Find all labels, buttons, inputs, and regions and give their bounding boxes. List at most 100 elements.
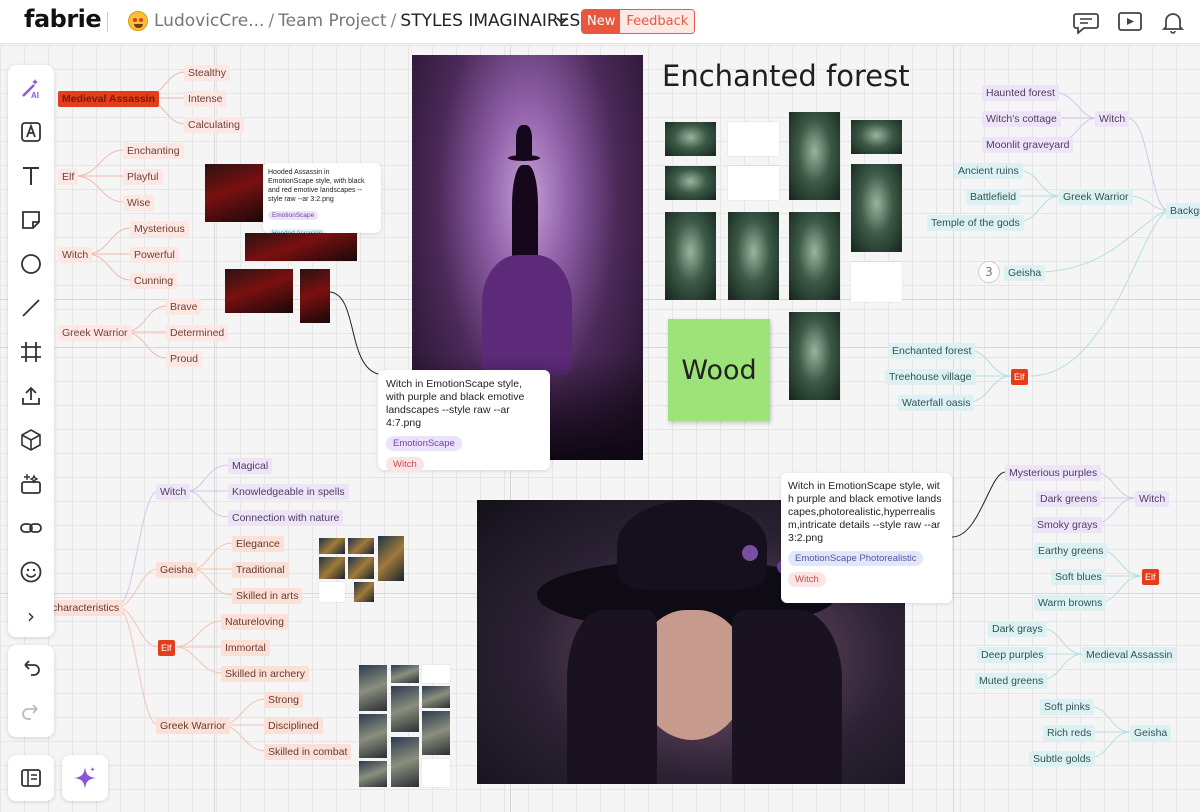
image-forest-elf[interactable] xyxy=(851,164,902,252)
ellipse-icon[interactable] xyxy=(17,250,45,278)
undo-icon[interactable] xyxy=(17,655,45,683)
image-geisha[interactable] xyxy=(348,557,374,579)
image-forest-elf[interactable] xyxy=(789,312,840,400)
whiteboard-canvas[interactable]: Medieval Assassin Stealthy Intense Calcu… xyxy=(0,45,1200,812)
image-forest-elf[interactable] xyxy=(665,122,716,156)
node-brave[interactable]: Brave xyxy=(166,299,202,315)
sticky-note-wood[interactable]: Wood xyxy=(668,319,770,421)
tag-emotionscape[interactable]: EmotionScape xyxy=(268,211,319,220)
chevron-down-icon[interactable] xyxy=(555,14,569,28)
node-proud[interactable]: Proud xyxy=(166,351,203,367)
card-hooded-assassin[interactable]: Hooded Assassin in EmotionScape style, w… xyxy=(263,163,381,238)
node-determined[interactable]: Determined xyxy=(166,325,229,341)
node-haunted-forest[interactable]: Haunted forest xyxy=(982,85,1059,101)
node-smoky-grays[interactable]: Smoky grays xyxy=(1033,517,1102,533)
text-icon[interactable] xyxy=(17,162,45,190)
node-cunning[interactable]: Cunning xyxy=(130,273,178,289)
image-greek-warrior[interactable] xyxy=(391,686,419,732)
node-magical[interactable]: Magical xyxy=(228,458,273,474)
image-hooded-assassin[interactable] xyxy=(300,269,330,323)
node-characteristics-root[interactable]: characteristics xyxy=(48,600,124,616)
image-greek-warrior[interactable] xyxy=(391,737,419,787)
node-witch-colors[interactable]: Witch xyxy=(1135,491,1170,507)
node-backgrounds-root[interactable]: Backgr xyxy=(1166,203,1200,219)
node-geisha-colors[interactable]: Geisha xyxy=(1130,725,1172,741)
tag-emotionscape[interactable]: EmotionScape xyxy=(386,436,462,451)
node-warm-browns[interactable]: Warm browns xyxy=(1034,595,1107,611)
image-greek-warrior[interactable] xyxy=(422,711,450,755)
redo-icon[interactable] xyxy=(17,699,45,727)
node-greek-warrior[interactable]: Greek Warrior xyxy=(58,325,132,341)
node-witch[interactable]: Witch xyxy=(58,247,93,263)
node-skilled-in-combat[interactable]: Skilled in combat xyxy=(264,744,352,760)
node-traditional[interactable]: Traditional xyxy=(232,562,289,578)
node-knowledgeable-in-spells[interactable]: Knowledgeable in spells xyxy=(228,484,349,500)
node-ancient-ruins[interactable]: Ancient ruins xyxy=(954,163,1023,179)
image-geisha[interactable] xyxy=(319,538,345,554)
image-forest-elf[interactable] xyxy=(789,212,840,300)
node-mysterious[interactable]: Mysterious xyxy=(130,221,189,237)
image-hooded-assassin[interactable] xyxy=(205,164,263,222)
image-geisha[interactable] xyxy=(378,536,404,581)
node-muted-greens[interactable]: Muted greens xyxy=(975,673,1048,689)
generate-image-icon[interactable] xyxy=(17,470,45,498)
breadcrumb-user[interactable]: LudovicCre... xyxy=(154,11,264,31)
node-elf-background[interactable]: Elf xyxy=(1011,369,1028,385)
tag-emotionscape-photorealistic[interactable]: EmotionScape Photorealistic xyxy=(788,551,924,566)
node-medieval-assassin-colors[interactable]: Medieval Assassin xyxy=(1082,647,1177,663)
node-elf-colors[interactable]: Elf xyxy=(1142,569,1159,585)
notification-bell-icon[interactable] xyxy=(1160,10,1186,34)
node-geisha-characteristics[interactable]: Geisha xyxy=(156,562,198,578)
image-prompt-note[interactable] xyxy=(851,262,902,302)
feedback-button[interactable]: New Feedback xyxy=(581,9,696,34)
node-elf[interactable]: Elf xyxy=(58,169,79,185)
image-greek-warrior[interactable] xyxy=(359,761,387,787)
board-title-enchanted-forest[interactable]: Enchanted forest xyxy=(662,59,910,93)
node-skilled-in-archery[interactable]: Skilled in archery xyxy=(221,666,309,682)
image-greek-warrior[interactable] xyxy=(359,714,387,758)
node-playful[interactable]: Playful xyxy=(123,169,163,185)
node-treehouse-village[interactable]: Treehouse village xyxy=(885,369,976,385)
node-rich-reds[interactable]: Rich reds xyxy=(1043,725,1096,741)
node-dark-greens[interactable]: Dark greens xyxy=(1036,491,1102,507)
comment-icon[interactable] xyxy=(1073,10,1099,34)
tag-witch[interactable]: Witch xyxy=(788,572,826,587)
node-subtle-golds[interactable]: Subtle golds xyxy=(1029,751,1095,767)
node-deep-purples[interactable]: Deep purples xyxy=(977,647,1048,663)
node-connection-with-nature[interactable]: Connection with nature xyxy=(228,510,344,526)
image-prompt-note[interactable] xyxy=(319,582,345,602)
ai-magic-icon[interactable]: AI xyxy=(17,74,45,102)
image-forest-elf[interactable] xyxy=(789,112,840,200)
image-forest-elf[interactable] xyxy=(851,120,902,154)
node-temple-of-the-gods[interactable]: Temple of the gods xyxy=(927,215,1024,231)
image-forest-elf[interactable] xyxy=(665,212,716,300)
node-stealthy[interactable]: Stealthy xyxy=(184,65,230,81)
card-witch-photorealistic[interactable]: Witch in EmotionScape style, with purple… xyxy=(781,473,952,603)
node-skilled-in-arts[interactable]: Skilled in arts xyxy=(232,588,303,604)
node-enchanting[interactable]: Enchanting xyxy=(123,143,184,159)
presentation-play-icon[interactable] xyxy=(1117,10,1143,34)
ai-sparkle-button[interactable] xyxy=(62,755,108,801)
breadcrumb-board[interactable]: STYLES IMAGINAIRES xyxy=(400,11,580,31)
3d-box-icon[interactable] xyxy=(17,426,45,454)
image-greek-warrior[interactable] xyxy=(359,665,387,711)
image-hooded-assassin[interactable] xyxy=(245,233,357,261)
node-natureloving[interactable]: Natureloving xyxy=(221,614,288,630)
emoji-icon[interactable] xyxy=(17,558,45,586)
line-icon[interactable] xyxy=(17,294,45,322)
image-geisha[interactable] xyxy=(354,582,374,602)
node-powerful[interactable]: Powerful xyxy=(130,247,179,263)
expand-icon[interactable]: › xyxy=(17,602,45,630)
node-battlefield[interactable]: Battlefield xyxy=(966,189,1021,205)
node-dark-grays[interactable]: Dark grays xyxy=(988,621,1047,637)
link-icon[interactable] xyxy=(17,514,45,542)
node-waterfall-oasis[interactable]: Waterfall oasis xyxy=(898,395,975,411)
node-enchanted-forest[interactable]: Enchanted forest xyxy=(888,343,976,359)
image-prompt-note[interactable] xyxy=(728,122,779,156)
node-geisha-background[interactable]: Geisha xyxy=(1004,265,1046,281)
node-earthy-greens[interactable]: Earthy greens xyxy=(1034,543,1108,559)
node-medieval-assassin[interactable]: Medieval Assassin xyxy=(58,91,159,107)
node-greek-warrior-background[interactable]: Greek Warrior xyxy=(1059,189,1133,205)
fabrie-logo[interactable]: fabrie xyxy=(24,5,102,33)
tag-witch[interactable]: Witch xyxy=(386,457,424,472)
